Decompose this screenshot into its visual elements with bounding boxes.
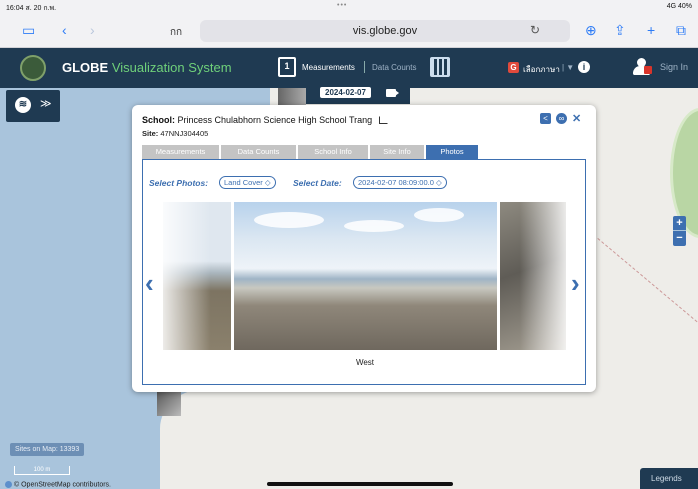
app-title: GLOBE Visualization System bbox=[62, 60, 232, 75]
home-indicator[interactable] bbox=[267, 482, 453, 486]
legends-button[interactable]: Legends bbox=[640, 468, 698, 489]
select-photos-label: Select Photos: bbox=[149, 178, 209, 188]
status-time: 16:04 ส. 20 ก.พ. bbox=[6, 5, 57, 12]
chevron-down-icon: ≫ bbox=[40, 98, 52, 110]
multitask-dots[interactable]: ••• bbox=[337, 2, 347, 9]
info-icon[interactable]: i bbox=[578, 61, 590, 73]
site-marker-bottom[interactable] bbox=[157, 390, 181, 416]
close-icon[interactable]: ✕ bbox=[572, 112, 581, 125]
status-signal: 4G 40% bbox=[666, 3, 692, 10]
photo-type-select[interactable]: Land Cover ◇ bbox=[219, 176, 276, 189]
previous-photo-arrow-icon[interactable]: ‹ bbox=[145, 268, 154, 299]
reload-icon[interactable]: ↻ bbox=[530, 23, 540, 37]
school-line: School: Princess Chulabhorn Science High… bbox=[142, 115, 388, 125]
download-icon[interactable]: ⊕ bbox=[585, 22, 597, 38]
user-lock-icon[interactable] bbox=[632, 58, 652, 76]
date-bar: 2024-02-07 bbox=[306, 84, 410, 104]
open-external-icon[interactable] bbox=[378, 116, 388, 124]
zoom-out-button[interactable]: − bbox=[673, 231, 686, 246]
photo-caption: West bbox=[355, 358, 375, 367]
select-date-label: Select Date: bbox=[293, 178, 342, 188]
attribution-text[interactable]: © OpenStreetMap contributors. bbox=[14, 481, 111, 488]
sites-on-map-count: Sites on Map: 13393 bbox=[10, 443, 85, 456]
school-name: Princess Chulabhorn Science High School … bbox=[177, 115, 373, 125]
video-camera-icon[interactable] bbox=[386, 89, 399, 97]
share-icon[interactable]: < bbox=[540, 113, 551, 124]
tabs-icon[interactable]: ⧉ bbox=[676, 22, 686, 38]
current-date[interactable]: 2024-02-07 bbox=[320, 87, 371, 98]
tab-photos[interactable]: Photos bbox=[426, 145, 478, 159]
map-attribution[interactable]: © OpenStreetMap contributors. bbox=[5, 481, 111, 488]
new-tab-icon[interactable]: + bbox=[647, 22, 655, 38]
site-label: Site: bbox=[142, 129, 159, 138]
app-name: GLOBE bbox=[62, 60, 109, 75]
layers-icon: ≋ bbox=[15, 97, 31, 113]
zoom-in-button[interactable]: + bbox=[673, 216, 686, 231]
back-icon[interactable]: ‹ bbox=[62, 22, 67, 38]
photo-carousel bbox=[163, 202, 566, 350]
site-line: Site: 47NNJ304405 bbox=[142, 129, 208, 138]
measurements-link[interactable]: Measurements bbox=[302, 63, 355, 72]
sidebar-icon[interactable]: ▭ bbox=[22, 22, 35, 38]
url-text: vis.globe.gov bbox=[352, 25, 418, 37]
next-photo-arrow-icon[interactable]: › bbox=[571, 268, 580, 299]
link-icon[interactable]: ∞ bbox=[556, 113, 567, 124]
scale-bar: 100 m bbox=[14, 466, 70, 475]
language-select[interactable]: เลือกภาษา bbox=[523, 63, 560, 76]
language-dropdown-arrow[interactable]: | ▼ bbox=[562, 63, 574, 72]
satellite-icon[interactable] bbox=[430, 57, 450, 77]
sign-in-link[interactable]: Sign In bbox=[660, 62, 688, 72]
app-name-accent: Visualization System bbox=[111, 60, 232, 75]
photo-current[interactable] bbox=[234, 202, 497, 350]
safari-toolbar: ▭ ‹ › กก vis.globe.gov ↻ ⊕ ⇪ + ⧉ bbox=[0, 14, 698, 48]
school-label: School: bbox=[142, 115, 175, 125]
photos-panel: Select Photos: Land Cover ◇ Select Date:… bbox=[142, 159, 586, 385]
calendar-icon[interactable]: 1 bbox=[278, 57, 296, 77]
ios-status-bar: 16:04 ส. 20 ก.พ. ••• 4G 40% bbox=[0, 0, 698, 14]
header-divider bbox=[364, 61, 365, 73]
app-header: GLOBE Visualization System 1 Measurement… bbox=[0, 48, 698, 88]
photo-previous[interactable] bbox=[163, 202, 231, 350]
tab-site-info[interactable]: Site Info bbox=[370, 145, 424, 159]
globe-icon bbox=[5, 481, 12, 488]
globe-logo-icon[interactable] bbox=[20, 55, 46, 81]
zoom-control: + − bbox=[673, 216, 686, 246]
google-translate-icon[interactable]: G bbox=[508, 62, 519, 73]
tab-measurements[interactable]: Measurements bbox=[142, 145, 219, 159]
tab-school-info[interactable]: School Info bbox=[298, 145, 368, 159]
photo-next[interactable] bbox=[500, 202, 566, 350]
photo-date-select[interactable]: 2024-02-07 08:09:00.0 ◇ bbox=[353, 176, 447, 189]
data-counts-link[interactable]: Data Counts bbox=[372, 63, 416, 72]
map-road bbox=[597, 238, 698, 329]
tab-title: กก bbox=[170, 27, 183, 38]
share-icon[interactable]: ⇪ bbox=[614, 22, 626, 38]
address-bar[interactable]: vis.globe.gov ↻ bbox=[200, 20, 570, 42]
site-popup: School: Princess Chulabhorn Science High… bbox=[132, 105, 596, 392]
site-id: 47NNJ304405 bbox=[160, 129, 209, 138]
forward-icon[interactable]: › bbox=[90, 22, 95, 38]
layers-button[interactable]: ≋ ≫ bbox=[6, 90, 60, 122]
tab-data-counts[interactable]: Data Counts bbox=[221, 145, 296, 159]
